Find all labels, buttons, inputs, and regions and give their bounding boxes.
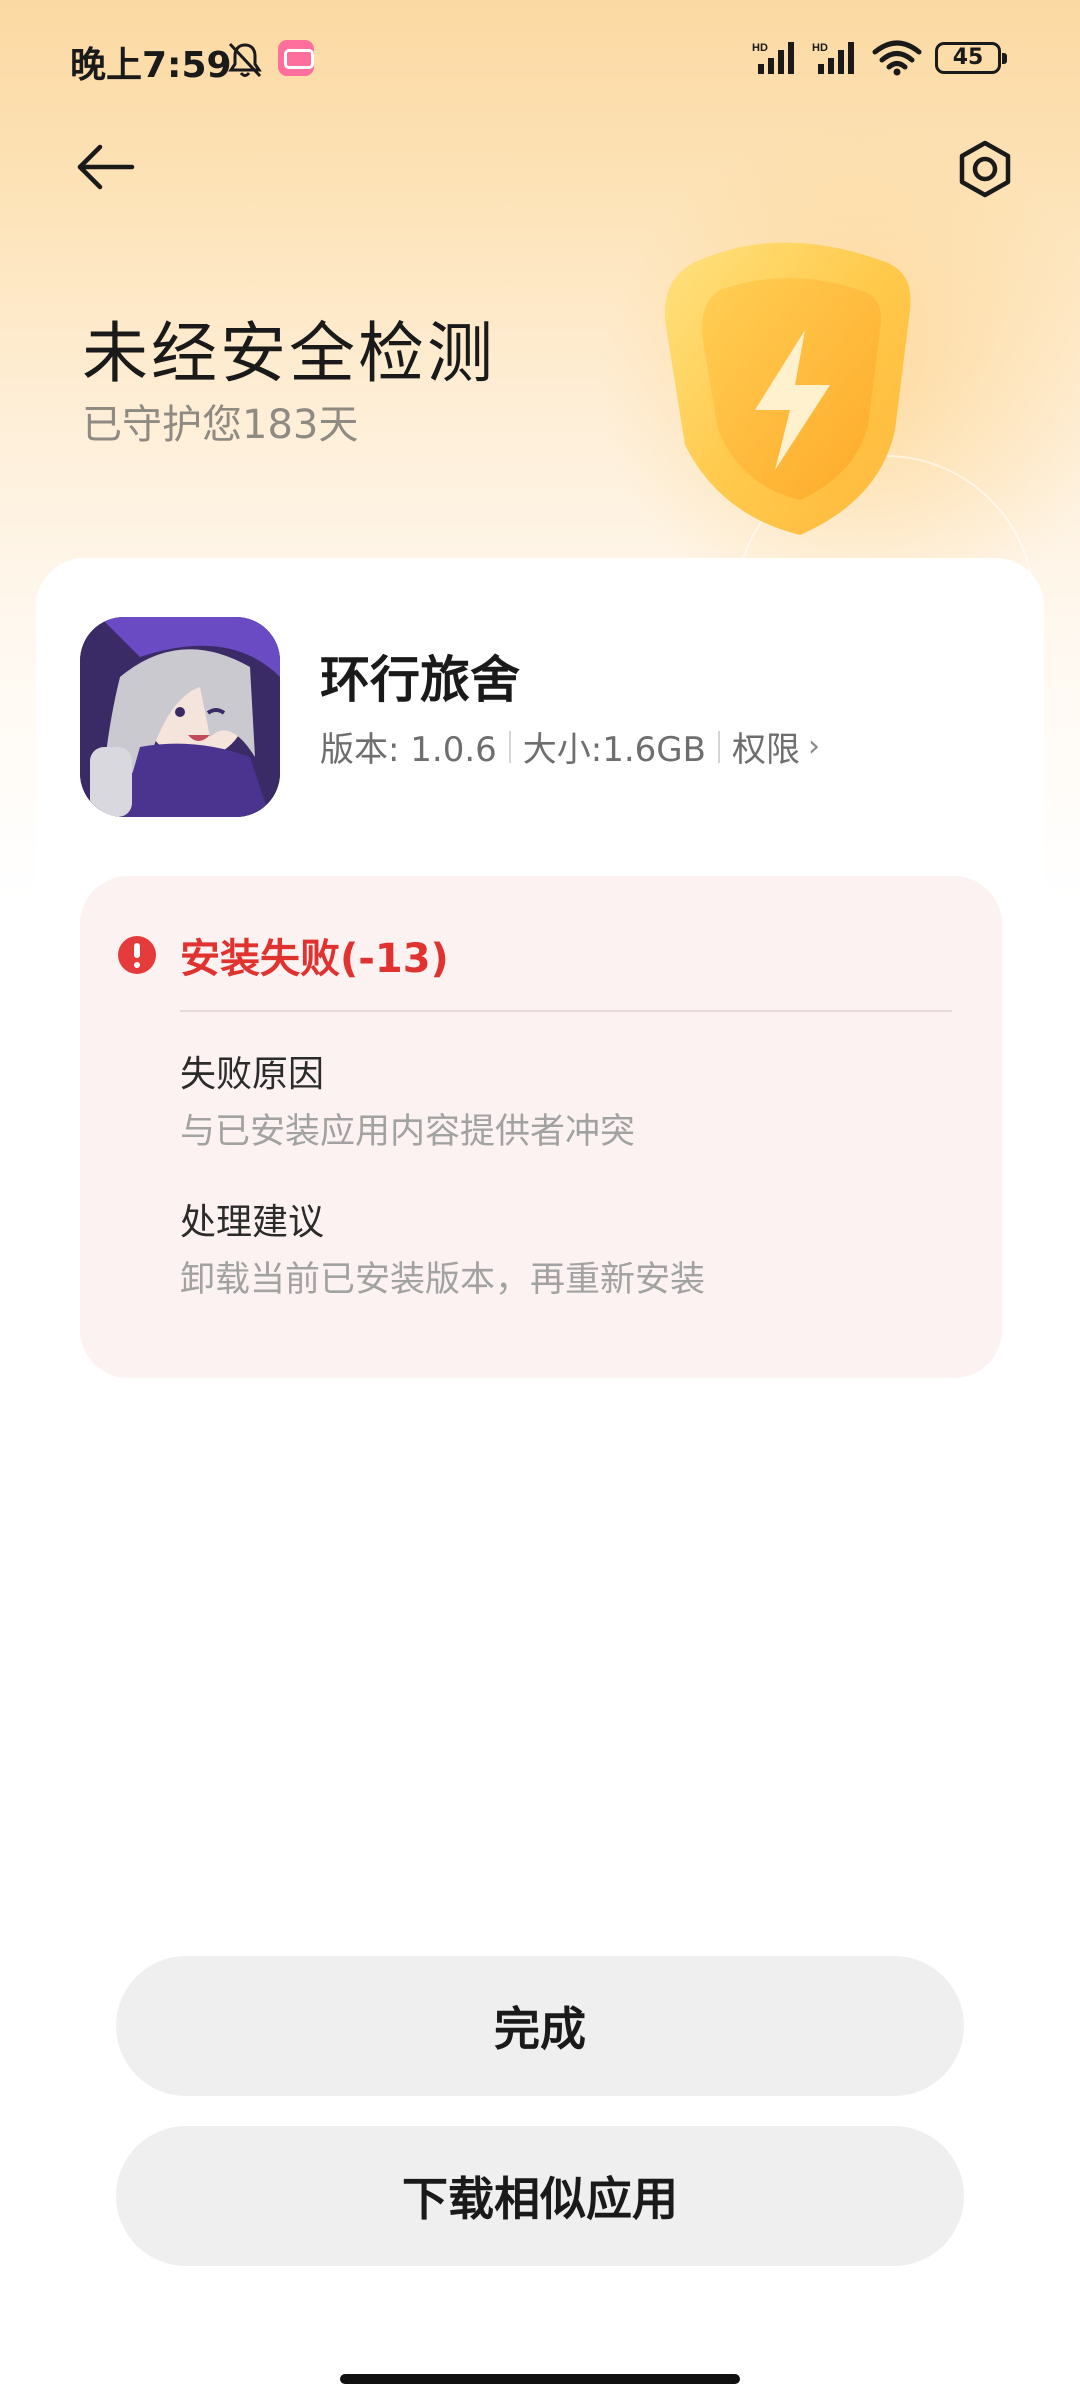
error-icon bbox=[118, 936, 156, 974]
shield-lightning-icon bbox=[664, 242, 911, 535]
status-time: 晚上7:59 bbox=[70, 45, 232, 86]
error-divider bbox=[180, 1010, 952, 1012]
settings-button[interactable] bbox=[950, 135, 1020, 205]
wifi-icon bbox=[872, 40, 922, 76]
meta-divider bbox=[717, 730, 720, 763]
app-meta: 版本: 1.0.6 大小:1.6GB 权限 › bbox=[320, 722, 820, 771]
failure-reason-text: 与已安装应用内容提供者冲突 bbox=[180, 1112, 636, 1152]
svg-text:HD: HD bbox=[752, 42, 768, 54]
app-icon bbox=[80, 617, 280, 817]
hd-signal-icon: HD bbox=[812, 42, 854, 74]
back-button[interactable] bbox=[70, 135, 140, 205]
hd-signal-icon: HD bbox=[752, 42, 794, 74]
status-bar: 晚上7:59 HD HD 45 bbox=[0, 0, 1080, 120]
battery-icon: 45 bbox=[935, 42, 1007, 74]
meta-divider bbox=[508, 730, 511, 763]
bilibili-icon bbox=[278, 40, 314, 76]
page-title: 未经安全检测 bbox=[82, 315, 496, 392]
chevron-right-icon: › bbox=[807, 729, 820, 764]
page-subtitle: 已守护您183天 bbox=[82, 402, 359, 448]
battery-level: 45 bbox=[952, 45, 984, 70]
advice-text: 卸载当前已安装版本，再重新安装 bbox=[180, 1260, 706, 1300]
permissions-label: 权限 bbox=[731, 730, 800, 770]
arrow-left-icon bbox=[77, 144, 135, 190]
permissions-link[interactable]: 权限 › bbox=[732, 722, 820, 771]
app-name: 环行旅舍 bbox=[320, 651, 520, 709]
done-button[interactable]: 完成 bbox=[116, 1956, 964, 2096]
failure-reason-label: 失败原因 bbox=[180, 1054, 325, 1095]
advice-label: 处理建议 bbox=[180, 1202, 325, 1243]
app-version: 版本: 1.0.6 bbox=[320, 730, 497, 770]
home-indicator[interactable] bbox=[340, 2374, 740, 2384]
download-similar-apps-button[interactable]: 下载相似应用 bbox=[116, 2126, 964, 2266]
bell-off-icon bbox=[228, 42, 262, 78]
gear-icon bbox=[959, 140, 1011, 198]
error-title: 安装失败(-13) bbox=[180, 936, 449, 982]
svg-text:HD: HD bbox=[812, 42, 828, 54]
app-size: 大小:1.6GB bbox=[522, 730, 706, 770]
